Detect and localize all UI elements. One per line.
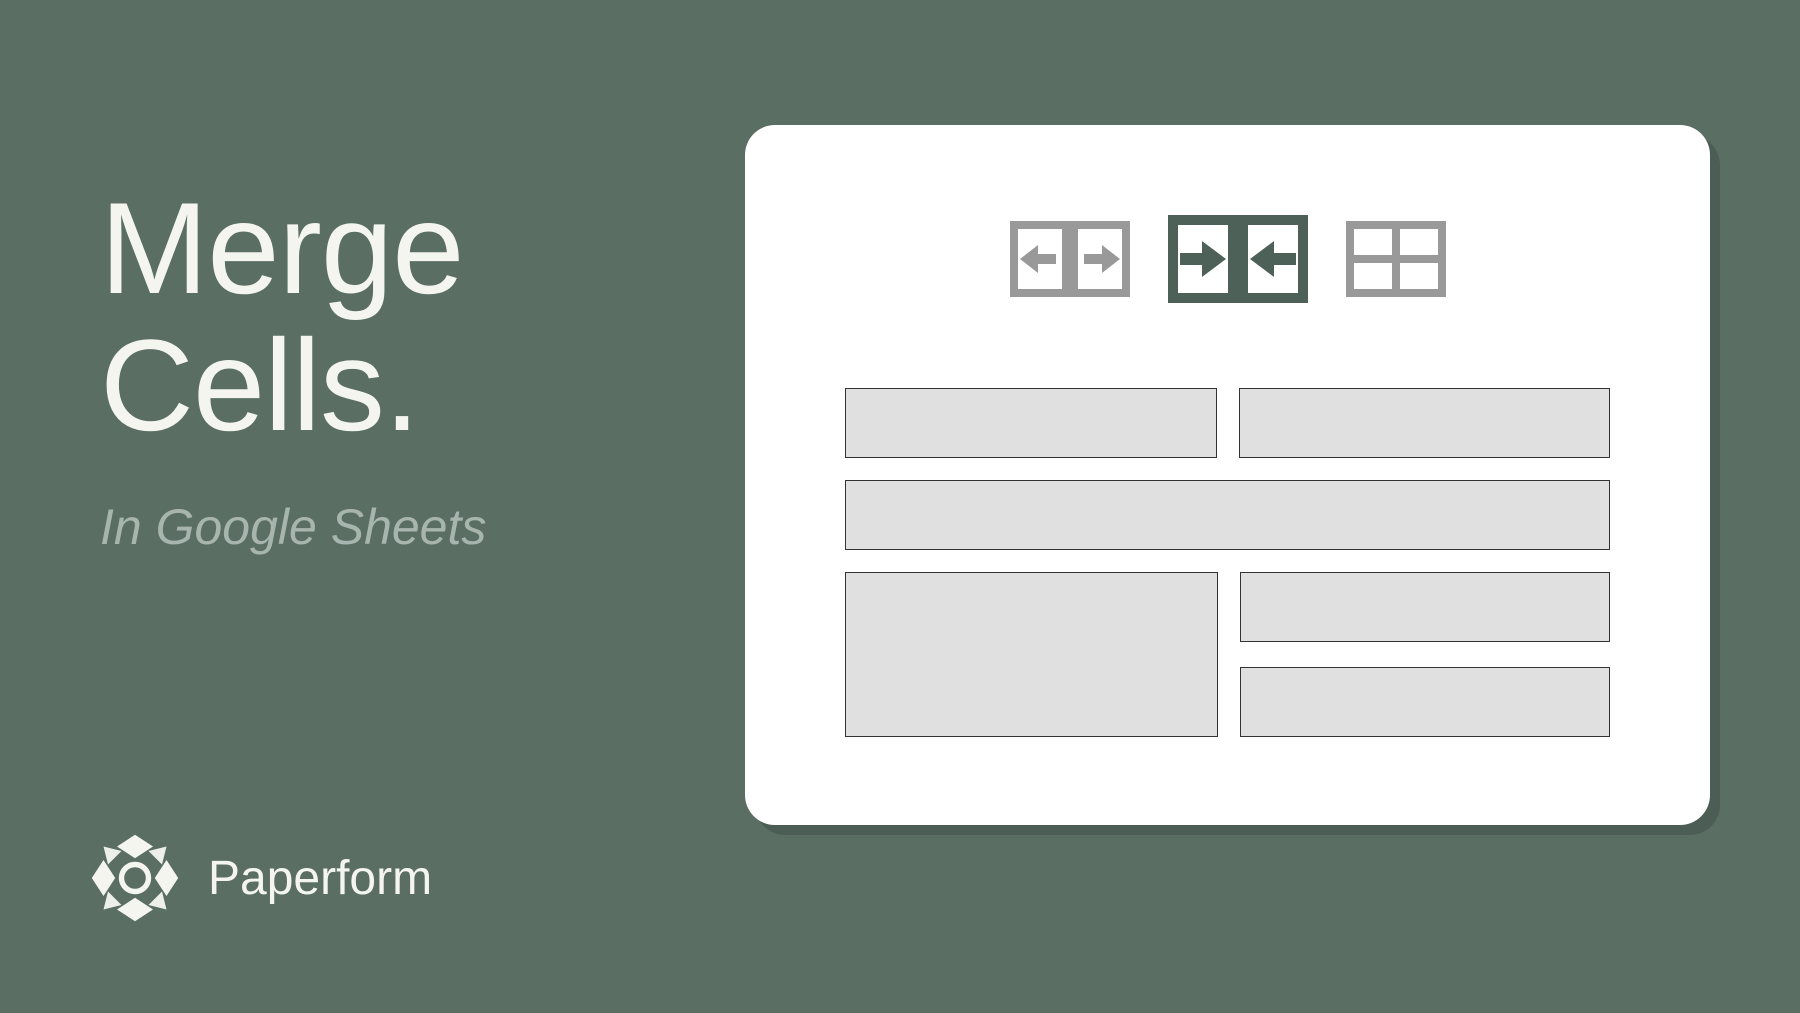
page-title: Merge Cells.: [100, 180, 486, 453]
cell: [1240, 667, 1611, 737]
cell-row: [845, 480, 1610, 550]
merge-toolbar: [845, 215, 1610, 303]
cell: [1239, 388, 1611, 458]
left-text-block: Merge Cells. In Google Sheets: [100, 180, 486, 556]
cells-illustration: [845, 388, 1610, 737]
cell-row: [845, 572, 1610, 737]
brand-name: Paperform: [208, 851, 432, 906]
brand-block: Paperform: [90, 833, 432, 923]
title-line-1: Merge: [100, 175, 463, 321]
paperform-logo-icon: [90, 833, 180, 923]
cell-row: [845, 388, 1610, 458]
unmerge-horizontal-icon: [1010, 221, 1130, 297]
page-subtitle: In Google Sheets: [100, 498, 486, 556]
merged-tall-cell: [845, 572, 1218, 737]
merge-horizontal-icon: [1168, 215, 1308, 303]
illustration-card: [745, 125, 1710, 825]
grid-icon: [1346, 221, 1446, 297]
cell-stack: [1240, 572, 1611, 737]
cell: [1240, 572, 1611, 642]
cell: [845, 388, 1217, 458]
merged-cell: [845, 480, 1610, 550]
title-line-2: Cells.: [100, 312, 419, 458]
